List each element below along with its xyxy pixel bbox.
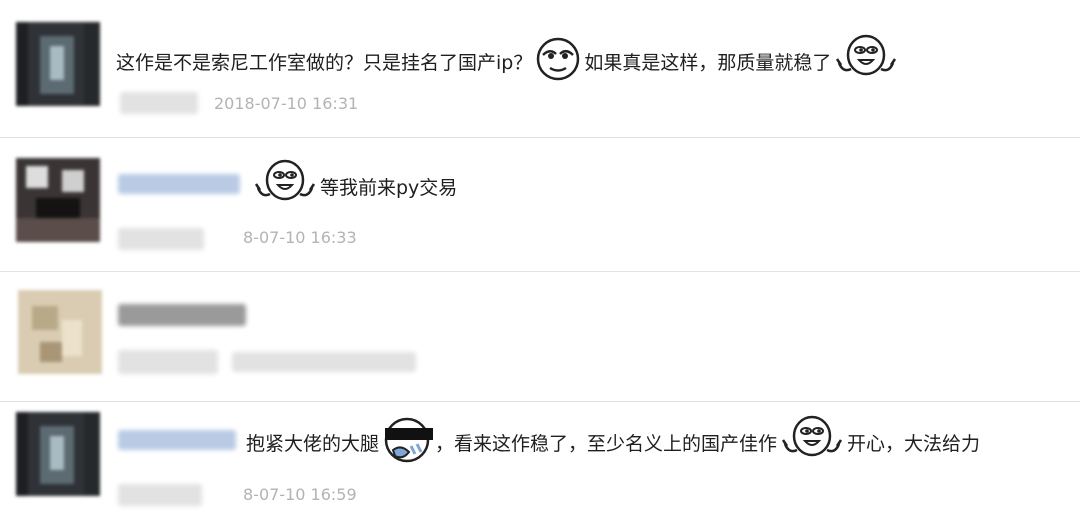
smirk-face-icon	[534, 35, 582, 91]
comment-timestamp: 8-07-10 16:59	[243, 485, 357, 504]
comment-item: 这作是不是索尼工作室做的？只是挂名了国产ip？ 如果真是这样，那质量就稳了 20…	[0, 0, 1080, 138]
comment-text-part: 开心，大法给力	[847, 433, 981, 455]
happy-waving-face-icon	[833, 33, 899, 93]
comment-text-part: 等我前来py交易	[320, 177, 458, 199]
happy-waving-face-icon	[779, 414, 845, 474]
comment-text-part: 这作是不是索尼工作室做的？只是挂名了国产ip？	[116, 52, 533, 74]
crying-face-icon	[381, 414, 434, 474]
comment-item	[0, 272, 1080, 402]
comment-item: 等我前来py交易 8-07-10 16:33	[0, 138, 1080, 272]
comment-text-part: ，看来这作稳了，至少名义上的国产佳作	[435, 433, 778, 455]
username-blurred[interactable]	[118, 430, 236, 450]
username-blurred[interactable]	[118, 350, 218, 374]
username-blurred[interactable]	[120, 92, 198, 114]
comment-text-part: 抱紧大佬的大腿	[246, 433, 380, 455]
comment-timestamp: 2018-07-10 16:31	[214, 94, 359, 113]
comment-text: 抱紧大佬的大腿 ，看来这作稳了，至少名义上的国产佳作 开心，大法给力	[246, 414, 980, 474]
avatar[interactable]	[16, 412, 100, 496]
username-blurred[interactable]	[118, 174, 240, 194]
comment-text-blurred	[118, 304, 246, 326]
comment-text: 等我前来py交易	[250, 158, 457, 218]
avatar[interactable]	[16, 158, 100, 242]
comment-timestamp: 8-07-10 16:33	[243, 228, 357, 247]
username-blurred[interactable]	[118, 484, 202, 506]
comment-text-part: 如果真是这样，那质量就稳了	[584, 52, 832, 74]
timestamp-blurred	[232, 352, 416, 372]
happy-waving-face-icon	[252, 158, 318, 218]
avatar[interactable]	[16, 22, 100, 106]
comment-item: 抱紧大佬的大腿 ，看来这作稳了，至少名义上的国产佳作 开心，大法给力 8-07-…	[0, 402, 1080, 525]
username-blurred[interactable]	[118, 228, 204, 250]
comment-text: 这作是不是索尼工作室做的？只是挂名了国产ip？ 如果真是这样，那质量就稳了	[116, 33, 901, 93]
avatar[interactable]	[18, 290, 102, 374]
